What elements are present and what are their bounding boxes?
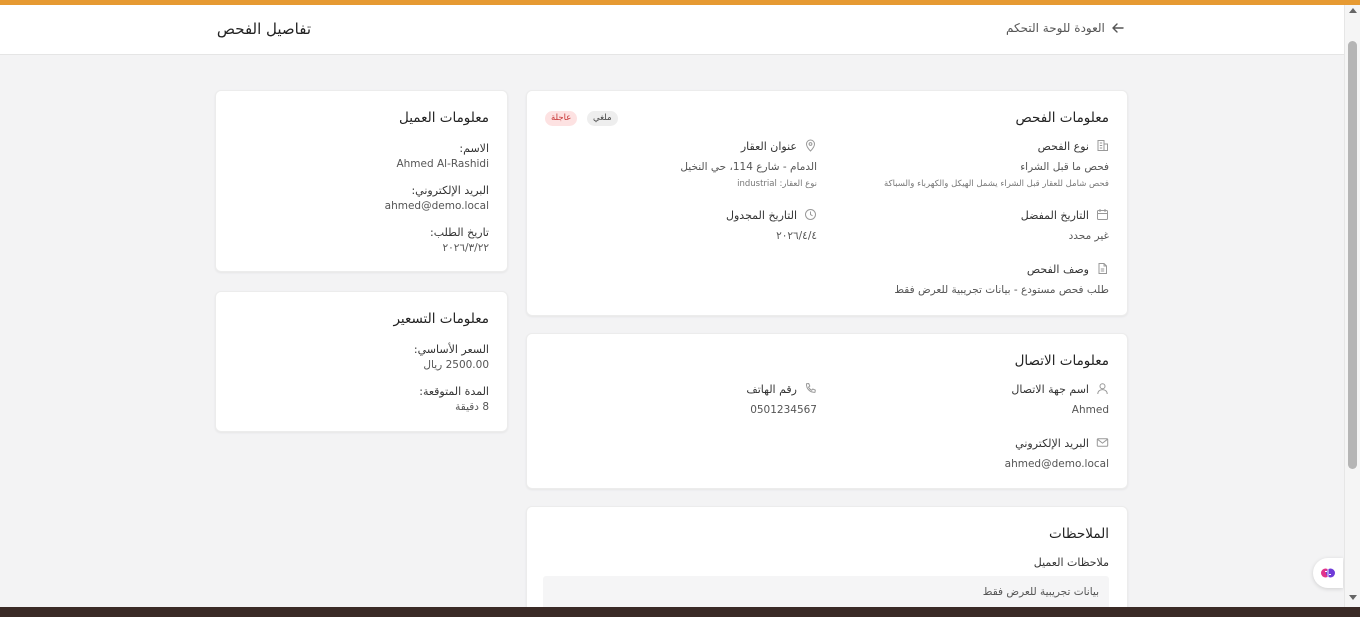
- page-scrollbar[interactable]: [1344, 5, 1360, 607]
- brain-icon: [1320, 565, 1336, 581]
- preferred-date-label: التاريخ المفضل: [1020, 209, 1089, 222]
- mail-icon: [1096, 436, 1109, 449]
- property-type-value: نوع العقار: industrial: [737, 179, 817, 189]
- calendar-icon: [1096, 208, 1109, 221]
- inspection-info-title: معلومات الفحص: [1015, 110, 1109, 126]
- priority-badge: عاجلة: [545, 111, 578, 126]
- client-email-label: البريد الإلكتروني:: [411, 184, 489, 197]
- back-to-dashboard-link[interactable]: العودة للوحة التحكم: [1006, 21, 1125, 35]
- inspection-description-value: طلب فحص مستودع - بيانات تجريبية للعرض فق…: [894, 284, 1109, 296]
- status-badge: ملغي: [587, 111, 618, 126]
- client-name-value: Ahmed Al-Rashidi: [396, 158, 489, 170]
- notes-card: الملاحظات ملاحظات العميل بيانات تجريبية …: [526, 506, 1128, 607]
- inspection-info-card: معلومات الفحص ملغي عاجلة نوع الفحص فحص م…: [526, 90, 1128, 316]
- contact-email-value: ahmed@demo.local: [1004, 458, 1109, 470]
- client-notes-label: ملاحظات العميل: [1033, 556, 1109, 569]
- arrow-left-icon: [1111, 21, 1125, 35]
- scheduled-date-label: التاريخ المجدول: [726, 209, 797, 222]
- page-viewport: تفاصيل الفحص العودة للوحة التحكم معلومات…: [0, 5, 1344, 607]
- client-notes-value: بيانات تجريبية للعرض فقط: [982, 586, 1099, 598]
- inspection-description-label: وصف الفحص: [1026, 263, 1089, 276]
- base-price-label: السعر الأساسي:: [413, 343, 489, 356]
- contact-info-title: معلومات الاتصال: [1014, 353, 1109, 369]
- request-date-label: تاريخ الطلب:: [430, 226, 489, 239]
- assistant-fab-button[interactable]: [1313, 558, 1343, 588]
- pricing-info-card: معلومات التسعير السعر الأساسي: 2500.00 ر…: [215, 291, 508, 432]
- phone-label: رقم الهاتف: [746, 383, 797, 396]
- phone-icon: [804, 382, 817, 395]
- duration-label: المدة المتوقعة:: [419, 385, 489, 398]
- contact-name-value: Ahmed: [1071, 404, 1109, 416]
- phone-value: 0501234567: [750, 404, 817, 416]
- contact-email-label: البريد الإلكتروني: [1015, 437, 1089, 450]
- scheduled-date-value: ٢٠٢٦/٤/٤: [776, 230, 817, 242]
- page-title: تفاصيل الفحص: [216, 20, 311, 38]
- inspection-type-description: فحص شامل للعقار قبل الشراء يشمل الهيكل و…: [883, 179, 1109, 189]
- scrollbar-thumb[interactable]: [1348, 41, 1357, 469]
- user-icon: [1096, 382, 1109, 395]
- property-address-label: عنوان العقار: [740, 140, 797, 153]
- client-info-card: معلومات العميل الاسم: Ahmed Al-Rashidi ا…: [215, 90, 508, 272]
- duration-value: 8 دقيقة: [455, 401, 489, 413]
- client-email-value: ahmed@demo.local: [384, 200, 489, 212]
- inspection-type-label: نوع الفحص: [1037, 140, 1089, 153]
- client-notes-box: بيانات تجريبية للعرض فقط: [543, 576, 1109, 607]
- building-icon: [1096, 139, 1109, 152]
- request-date-value: ٢٠٢٦/٣/٢٢: [442, 242, 489, 254]
- contact-name-label: اسم جهة الاتصال: [1011, 383, 1089, 396]
- map-pin-icon: [804, 139, 817, 152]
- back-link-label: العودة للوحة التحكم: [1006, 21, 1105, 35]
- page-header: تفاصيل الفحص العودة للوحة التحكم: [0, 5, 1344, 55]
- preferred-date-value: غير محدد: [1068, 230, 1109, 242]
- clock-icon: [804, 208, 817, 221]
- property-address-value: الدمام - شارع 114، حي النخيل: [680, 161, 817, 173]
- notes-title: الملاحظات: [1049, 526, 1109, 542]
- scroll-down-arrow-icon[interactable]: [1349, 595, 1357, 600]
- document-icon: [1096, 262, 1109, 275]
- client-info-title: معلومات العميل: [398, 110, 489, 126]
- scroll-up-arrow-icon[interactable]: [1349, 8, 1357, 13]
- pricing-info-title: معلومات التسعير: [393, 311, 489, 327]
- base-price-value: 2500.00 ريال: [423, 359, 489, 371]
- client-name-label: الاسم:: [459, 142, 489, 155]
- inspection-type-value: فحص ما قبل الشراء: [1020, 161, 1109, 173]
- window-bottom-edge: [0, 607, 1360, 617]
- contact-info-card: معلومات الاتصال اسم جهة الاتصال Ahmed رق…: [526, 333, 1128, 489]
